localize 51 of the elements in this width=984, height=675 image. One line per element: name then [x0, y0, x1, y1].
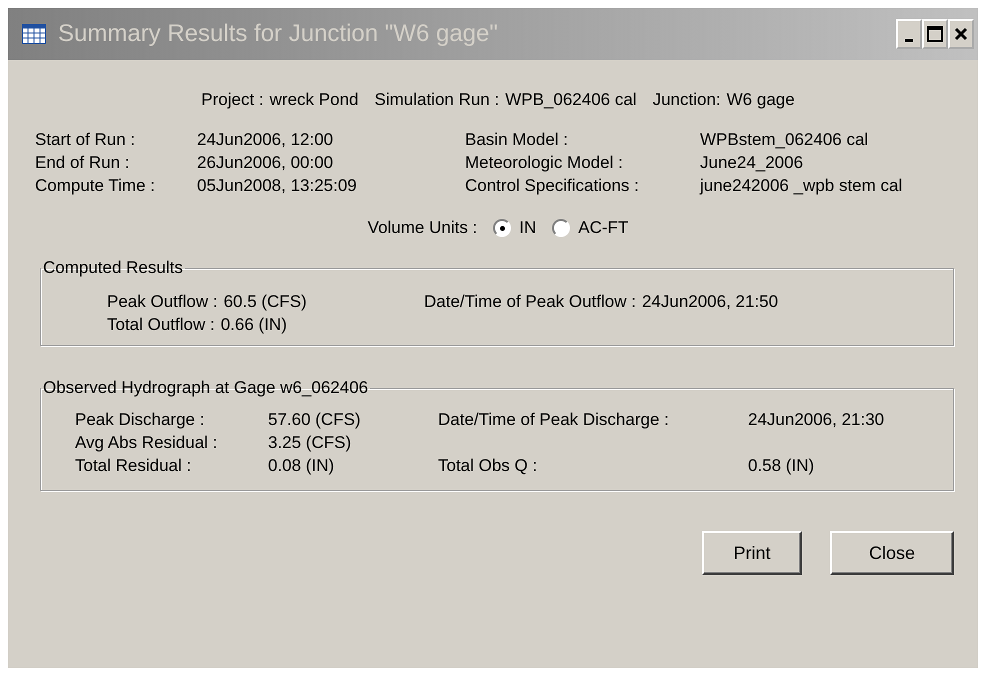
- field-label: Start of Run :: [35, 130, 136, 150]
- field-label: Meteorologic Model :: [465, 153, 624, 173]
- field-label: Junction:: [652, 90, 721, 110]
- field-value: wreck Pond: [270, 90, 358, 110]
- field-label: Total Residual :: [75, 456, 192, 476]
- field-label: Peak Discharge :: [75, 410, 206, 430]
- field-value: 0.58 (IN): [748, 456, 816, 476]
- field-label: Project :: [201, 90, 264, 110]
- field-value: 3.25 (CFS): [268, 433, 352, 453]
- field-label: Control Specifications :: [465, 176, 640, 196]
- radio-button[interactable]: [552, 219, 570, 237]
- field-value: 60.5 (CFS): [224, 292, 307, 312]
- field-label: Basin Model :: [465, 130, 569, 150]
- field-label: Simulation Run :: [374, 90, 500, 110]
- field-label: Total Outflow :: [107, 315, 215, 335]
- table-icon: [22, 24, 46, 44]
- group-title: Computed Results: [42, 258, 184, 278]
- field-value: 24Jun2006, 21:30: [748, 410, 886, 430]
- radio-button[interactable]: [493, 219, 512, 237]
- maximize-button[interactable]: [922, 19, 948, 49]
- field-value: 24Jun2006, 12:00: [197, 130, 334, 150]
- field-value: 24Jun2006, 21:50: [642, 292, 778, 312]
- close-button[interactable]: [948, 19, 974, 49]
- minimize-icon: [905, 38, 913, 42]
- dialog-button[interactable]: Close: [830, 531, 954, 575]
- field-value: 26Jun2006, 00:00: [197, 153, 334, 173]
- field-label: Avg Abs Residual :: [75, 433, 218, 453]
- field-value: June24_2006: [700, 153, 804, 173]
- maximize-icon: [927, 26, 943, 42]
- window-title: Summary Results for Junction "W6 gage": [58, 20, 499, 48]
- field-label: Volume Units :: [368, 218, 478, 238]
- field-value: WPBstem_062406 cal: [700, 130, 870, 150]
- field-label: Date/Time of Peak Outflow :: [424, 292, 636, 312]
- field-label: Peak Outflow :: [107, 292, 218, 312]
- field-label: Total Obs Q :: [438, 456, 538, 476]
- field-value: 0.08 (IN): [268, 456, 336, 476]
- field-value: 0.66 (IN): [220, 315, 287, 335]
- dialog-button[interactable]: Print: [702, 531, 802, 575]
- field-label: End of Run :: [35, 153, 131, 173]
- close-icon: [954, 27, 968, 41]
- radio-label[interactable]: IN: [519, 218, 536, 238]
- field-value: 57.60 (CFS): [268, 410, 362, 430]
- field-value: WPB_062406 cal: [505, 90, 637, 110]
- minimize-button[interactable]: [896, 19, 922, 49]
- group-title: Observed Hydrograph at Gage w6_062406: [42, 378, 370, 398]
- radio-label[interactable]: AC-FT: [578, 218, 628, 238]
- field-value: june242006 _wpb stem cal: [700, 176, 904, 196]
- field-value: 05Jun2008, 13:25:09: [197, 176, 358, 196]
- field-value: W6 gage: [726, 90, 795, 110]
- field-label: Date/Time of Peak Discharge :: [438, 410, 670, 430]
- field-label: Compute Time :: [35, 176, 156, 196]
